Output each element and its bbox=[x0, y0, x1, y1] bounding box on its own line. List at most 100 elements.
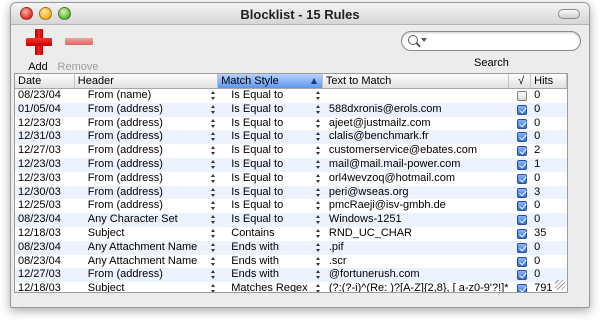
cell-text-to-match[interactable]: .scr bbox=[323, 255, 509, 269]
column-header-date[interactable]: Date bbox=[15, 74, 75, 88]
resize-grip-icon[interactable] bbox=[555, 280, 565, 290]
table-row[interactable]: 08/23/04 Any Character Set Is Equal to Wind… bbox=[15, 213, 567, 227]
cell-match-style-popup[interactable]: Contains bbox=[218, 227, 323, 241]
popup-arrows-icon bbox=[315, 215, 321, 225]
cell-match-style-popup[interactable]: Is Equal to bbox=[218, 117, 323, 131]
cell-header-popup[interactable]: From (address) bbox=[75, 268, 218, 282]
rules-table[interactable]: Date Header Match Style Text to Match √ … bbox=[14, 73, 568, 293]
cell-match-style-popup[interactable]: Ends with bbox=[218, 241, 323, 255]
column-header-hits[interactable]: Hits bbox=[531, 74, 567, 88]
enabled-checkbox[interactable] bbox=[516, 284, 527, 292]
cell-header-popup[interactable]: From (address) bbox=[75, 158, 218, 172]
title-bar[interactable]: Blocklist - 15 Rules bbox=[11, 3, 589, 25]
cell-text-to-match[interactable]: Windows-1251 bbox=[323, 213, 509, 227]
table-row[interactable]: 12/25/03 From (address) Is Equal to pmcRaej… bbox=[15, 199, 567, 213]
cell-match-style-popup[interactable]: Ends with bbox=[218, 268, 323, 282]
column-header-enabled[interactable]: √ bbox=[509, 74, 532, 88]
cell-text-to-match[interactable] bbox=[323, 89, 509, 103]
cell-text-to-match[interactable]: clalis@benchmark.fr bbox=[323, 130, 509, 144]
cell-header-popup[interactable]: From (address) bbox=[75, 172, 218, 186]
cell-header-popup[interactable]: Subject bbox=[75, 227, 218, 241]
cell-match-style-popup[interactable]: Is Equal to bbox=[218, 103, 323, 117]
cell-match-style-popup[interactable]: Ends with bbox=[218, 255, 323, 269]
popup-arrows-icon bbox=[211, 159, 216, 170]
cell-text-to-match[interactable]: ajeet@justmailz.com bbox=[323, 117, 509, 131]
cell-match-style-popup[interactable]: Matches Regex bbox=[218, 282, 323, 292]
column-header-header[interactable]: Header bbox=[75, 74, 219, 88]
chevron-down-icon[interactable] bbox=[421, 38, 427, 42]
cell-header-popup[interactable]: From (address) bbox=[75, 186, 218, 200]
cell-text-to-match[interactable]: customerservice@ebates.com bbox=[323, 144, 509, 158]
cell-text-to-match[interactable]: mail@mail.mail-power.com bbox=[323, 158, 509, 172]
table-row[interactable]: 12/23/03 From (address) Is Equal to mail@ma… bbox=[15, 157, 567, 172]
cell-text-value: ajeet@justmailz.com bbox=[328, 116, 431, 129]
table-row[interactable]: 08/23/04 Any Attachment Name Ends with .pif… bbox=[15, 240, 567, 255]
cell-text-to-match[interactable]: peri@wseas.org bbox=[323, 186, 509, 200]
cell-match-style-popup[interactable]: Is Equal to bbox=[218, 89, 323, 103]
cell-header-popup[interactable]: From (address) bbox=[75, 117, 218, 131]
enabled-checkbox[interactable] bbox=[516, 201, 527, 212]
cell-text-to-match[interactable]: RND_UC_CHAR bbox=[323, 227, 509, 241]
column-header-text-to-match[interactable]: Text to Match bbox=[323, 74, 510, 88]
table-header: Date Header Match Style Text to Match √ … bbox=[15, 74, 567, 89]
cell-text-to-match[interactable]: .pif bbox=[323, 241, 509, 255]
table-row[interactable]: 12/27/03 From (address) Ends with @fortuner… bbox=[15, 268, 567, 283]
cell-match-style-popup[interactable]: Is Equal to bbox=[218, 213, 323, 227]
enabled-checkbox[interactable] bbox=[516, 228, 527, 239]
cell-header-value: From (address) bbox=[87, 185, 163, 198]
cell-header-popup[interactable]: Subject bbox=[75, 282, 218, 292]
cell-text-to-match[interactable]: @fortunerush.com bbox=[323, 268, 509, 282]
toolbar-toggle-button[interactable] bbox=[558, 9, 580, 19]
enabled-checkbox[interactable] bbox=[516, 159, 527, 170]
cell-header-popup[interactable]: From (address) bbox=[75, 144, 218, 158]
cell-enabled bbox=[509, 213, 531, 227]
cell-match-style-popup[interactable]: Is Equal to bbox=[218, 186, 323, 200]
cell-text-to-match[interactable]: pmcRaeji@isv-gmbh.de bbox=[323, 199, 509, 213]
table-row[interactable]: 01/05/04 From (address) Is Equal to 588dxro… bbox=[15, 102, 567, 117]
cell-header-popup[interactable]: From (name) bbox=[75, 89, 218, 103]
cell-header-popup[interactable]: From (address) bbox=[75, 199, 218, 213]
remove-button[interactable]: Remove bbox=[55, 29, 101, 73]
search-input[interactable] bbox=[401, 31, 581, 51]
enabled-checkbox[interactable] bbox=[516, 91, 527, 101]
enabled-checkbox[interactable] bbox=[516, 132, 527, 143]
cell-text-to-match[interactable]: 588dxronis@erols.com bbox=[323, 103, 509, 117]
cell-header-popup[interactable]: Any Attachment Name bbox=[75, 241, 218, 255]
table-row[interactable]: 12/27/03 From (address) Is Equal to custome… bbox=[15, 144, 567, 158]
enabled-checkbox[interactable] bbox=[516, 104, 527, 115]
search-icon[interactable] bbox=[408, 35, 418, 45]
cell-match-style-popup[interactable]: Is Equal to bbox=[218, 172, 323, 186]
enabled-checkbox[interactable] bbox=[516, 187, 527, 198]
popup-arrows-icon bbox=[211, 146, 216, 156]
cell-date: 12/18/03 bbox=[18, 226, 61, 239]
enabled-checkbox[interactable] bbox=[516, 118, 527, 129]
cell-header-popup[interactable]: From (address) bbox=[75, 103, 218, 117]
cell-match-style-popup[interactable]: Is Equal to bbox=[218, 199, 323, 213]
table-row[interactable]: 12/23/03 From (address) Is Equal to ajeet@j… bbox=[15, 117, 567, 131]
cell-text-to-match[interactable]: (?:(?-i)^(Re: )?[A-Z]{2,8}, [ a-z0-9'?!]… bbox=[323, 282, 509, 292]
enabled-checkbox[interactable] bbox=[516, 256, 527, 267]
table-row[interactable]: 12/31/03 From (address) Is Equal to clalis@… bbox=[15, 130, 567, 145]
table-row[interactable]: 12/18/03 Subject Matches Regex (?:(?-i)^(Re… bbox=[15, 282, 567, 292]
cell-match-style-popup[interactable]: Is Equal to bbox=[218, 158, 323, 172]
cell-header-popup[interactable]: Any Attachment Name bbox=[75, 255, 218, 269]
cell-match-style-popup[interactable]: Is Equal to bbox=[218, 144, 323, 158]
table-row[interactable]: 12/18/03 Subject Contains RND_UC_CHAR 35 bbox=[15, 227, 567, 241]
enabled-checkbox[interactable] bbox=[516, 173, 527, 184]
table-row[interactable]: 08/23/04 From (name) Is Equal to 0 bbox=[15, 89, 567, 103]
table-row[interactable]: 08/23/04 Any Attachment Name Ends with .scr… bbox=[15, 255, 567, 269]
cell-hits: 0 bbox=[534, 171, 541, 184]
enabled-checkbox[interactable] bbox=[516, 146, 527, 157]
enabled-checkbox[interactable] bbox=[516, 242, 527, 253]
cell-match-style-popup[interactable]: Is Equal to bbox=[218, 130, 323, 144]
table-row[interactable]: 12/23/03 From (address) Is Equal to orl4wev… bbox=[15, 172, 567, 186]
cell-header-popup[interactable]: From (address) bbox=[75, 130, 218, 144]
column-header-match-style[interactable]: Match Style bbox=[218, 74, 323, 88]
enabled-checkbox[interactable] bbox=[516, 270, 527, 281]
table-row[interactable]: 12/30/03 From (address) Is Equal to peri@ws… bbox=[15, 185, 567, 200]
cell-date: 12/27/03 bbox=[18, 144, 61, 157]
cell-enabled bbox=[509, 199, 531, 213]
enabled-checkbox[interactable] bbox=[516, 215, 527, 226]
cell-text-to-match[interactable]: orl4wevzoq@hotmail.com bbox=[323, 172, 509, 186]
cell-header-popup[interactable]: Any Character Set bbox=[75, 213, 218, 227]
